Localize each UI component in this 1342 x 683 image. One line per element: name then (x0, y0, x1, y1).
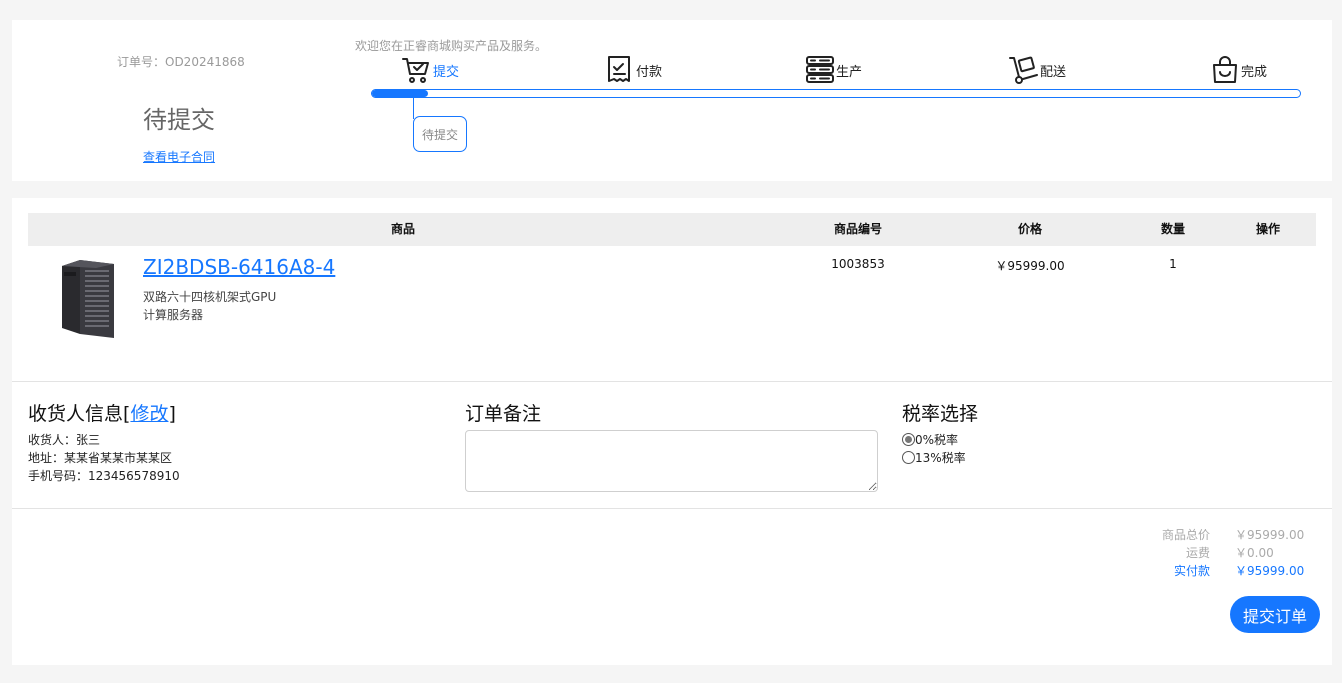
order-detail-card: 商品 商品编号 价格 数量 操作 ZI2BDSB-6416A8-4 双路六十四核… (12, 198, 1332, 665)
product-description: 双路六十四核机架式GPU 计算服务器 (143, 288, 303, 324)
tax-title: 税率选择 (902, 403, 979, 425)
paid-value: ￥95999.00 (1235, 564, 1305, 578)
header-qty: 数量 (1160, 222, 1185, 236)
tax-option-label: 0%税率 (915, 433, 959, 447)
tower-server-image (62, 260, 114, 338)
receiver-phone: 手机号码：123456578910 (28, 469, 180, 483)
table-header: 商品 商品编号 价格 数量 操作 (28, 213, 1316, 246)
progress-fill (372, 90, 428, 97)
shipping-label: 运费 (1185, 546, 1210, 560)
order-number: 订单号：OD20241868 (117, 55, 245, 69)
step-label: 生产 (836, 64, 863, 80)
order-progress-bar (371, 89, 1301, 98)
order-status-card: 订单号：OD20241868 待提交 查看电子合同 欢迎您在正睿商城购买产品及服… (12, 20, 1332, 181)
step-payment[interactable]: 付款 (605, 56, 662, 84)
step-label: 付款 (636, 64, 663, 80)
header-price: 价格 (1017, 222, 1042, 236)
step-complete[interactable]: 完成 (1210, 56, 1267, 84)
edit-receiver-link[interactable]: 修改 (130, 403, 168, 425)
step-label: 提交 (433, 64, 460, 80)
goods-total-value: ￥95999.00 (1235, 528, 1305, 542)
remark-title: 订单备注 (465, 403, 542, 425)
cart-check-icon (402, 55, 432, 85)
shopping-bag-icon (1210, 55, 1240, 85)
order-remark-input[interactable] (465, 430, 878, 492)
radio-button[interactable] (902, 451, 915, 464)
product-qty: 1 (1169, 257, 1177, 271)
receiver-name: 收货人：张三 (28, 433, 101, 447)
tax-option-label: 13%税率 (915, 451, 966, 465)
divider (12, 381, 1332, 382)
progress-tip-connector (413, 97, 414, 119)
goods-total-label: 商品总价 (1161, 528, 1210, 542)
receipt-check-icon (605, 55, 635, 85)
header-product: 商品 (390, 222, 415, 236)
step-label: 完成 (1241, 64, 1268, 80)
radio-button[interactable] (902, 433, 915, 446)
step-production[interactable]: 生产 (805, 56, 862, 84)
receiver-address: 地址：某某省某某市某某区 (28, 451, 173, 465)
submit-order-button[interactable]: 提交订单 (1230, 596, 1320, 633)
header-code: 商品编号 (833, 222, 882, 236)
step-label: 配送 (1040, 64, 1067, 80)
server-icon (805, 55, 835, 85)
tax-option-0[interactable]: 0%税率 (902, 431, 958, 448)
current-step-tip: 待提交 (413, 116, 467, 152)
step-submit[interactable]: 提交 (402, 56, 459, 84)
step-delivery[interactable]: 配送 (1009, 56, 1066, 84)
shipping-value: ￥0.00 (1235, 546, 1274, 560)
welcome-text: 欢迎您在正睿商城购买产品及服务。 (355, 39, 548, 53)
divider (12, 508, 1332, 509)
order-state: 待提交 (143, 106, 215, 134)
view-contract-link[interactable]: 查看电子合同 (143, 148, 215, 165)
tax-option-13[interactable]: 13%税率 (902, 449, 966, 466)
product-desc-line: 计算服务器 (143, 308, 204, 322)
product-desc-line: 双路六十四核机架式GPU (143, 290, 277, 304)
receiver-title-text: 收货人信息 (28, 403, 124, 425)
header-action: 操作 (1255, 222, 1280, 236)
receiver-title: 收货人信息[修改] (28, 403, 176, 425)
hand-truck-icon (1009, 55, 1039, 85)
product-price: ￥95999.00 (995, 259, 1065, 273)
product-code: 1003853 (831, 257, 885, 271)
product-name-link[interactable]: ZI2BDSB-6416A8-4 (143, 255, 335, 279)
paid-label: 实付款 (1173, 564, 1210, 578)
